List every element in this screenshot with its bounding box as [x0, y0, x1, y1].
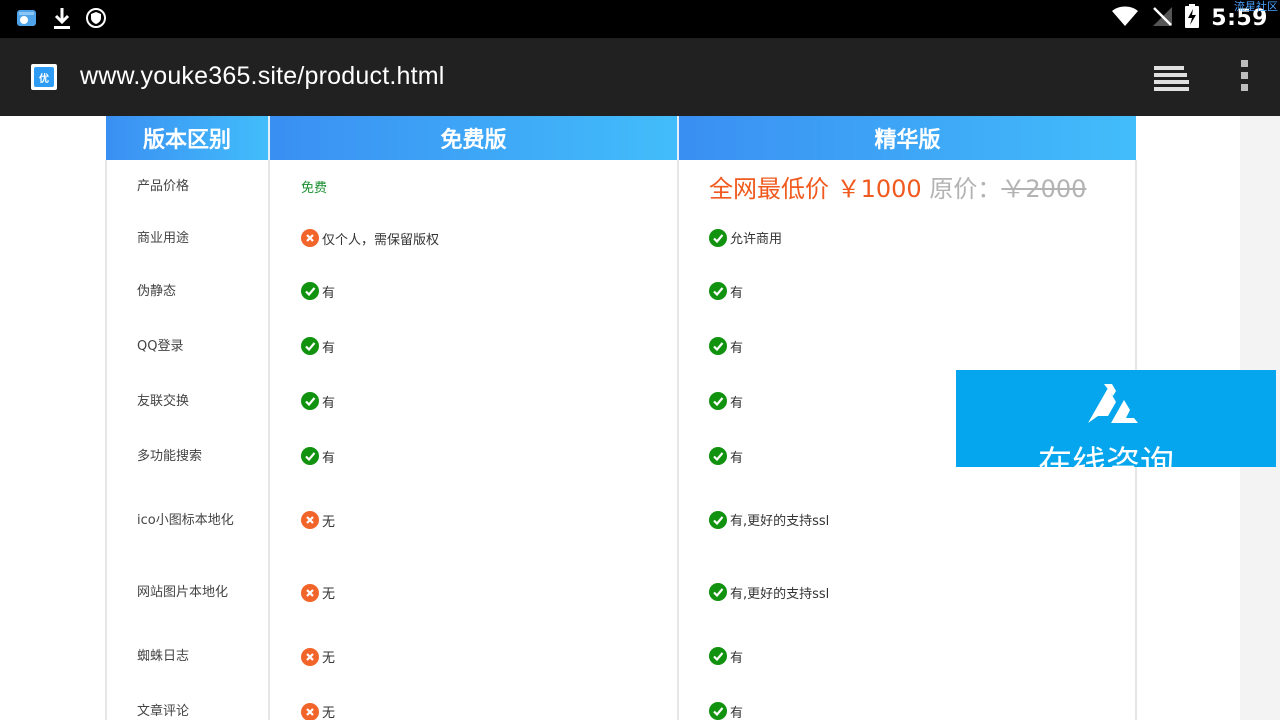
download-icon [52, 6, 72, 34]
free-value: 有 [322, 450, 336, 466]
online-consult-button[interactable]: 在线咨询 [956, 370, 1276, 467]
status-bar: 5:59 流星社区 [0, 0, 1280, 38]
free-price: 免费 [301, 180, 328, 196]
premium-cell: 有 [677, 684, 1137, 720]
table-row: ico小图标本地化 无 有,更好的支持ssl [105, 484, 1137, 556]
cross-circle-icon [301, 702, 319, 720]
check-circle-icon [301, 337, 319, 356]
check-circle-icon [709, 447, 727, 466]
row-label: 文章评论 [105, 684, 270, 720]
premium-cell: 有 [677, 264, 1137, 319]
free-cell: 仅个人，需保留版权 [268, 212, 679, 264]
premium-cell: 有,更好的支持ssl [677, 556, 1137, 629]
table-row: QQ登录 有 有 [105, 319, 1137, 374]
premium-value: 有,更好的支持ssl [730, 586, 830, 602]
premium-current-price: 全网最低价 ￥1000 [709, 174, 922, 203]
free-cell: 有 [268, 429, 679, 484]
table-row: 伪静态 有 有 [105, 264, 1137, 319]
premium-value: 有 [730, 450, 744, 466]
free-cell: 有 [268, 264, 679, 319]
shield-icon [86, 7, 106, 33]
check-circle-icon [301, 447, 319, 466]
original-price-label: 原价： [929, 174, 1002, 203]
check-circle-icon [301, 392, 319, 411]
check-circle-icon [709, 647, 727, 666]
table-row-price: 产品价格 免费 全网最低价 ￥1000 原价：￥2000 [105, 160, 1137, 212]
premium-price-cell: 全网最低价 ￥1000 原价：￥2000 [677, 160, 1137, 212]
row-label: 多功能搜索 [105, 429, 270, 484]
free-value: 有 [322, 395, 336, 411]
row-label: 蜘蛛日志 [105, 629, 270, 684]
original-price: ￥2000 [1001, 174, 1087, 203]
cross-circle-icon [301, 229, 319, 247]
free-value: 有 [322, 285, 336, 301]
free-price-cell: 免费 [268, 160, 679, 212]
header-free-edition: 免费版 [269, 116, 679, 160]
url-bar[interactable]: www.youke365.site/product.html [80, 62, 445, 91]
check-circle-icon [709, 337, 727, 356]
row-label: 产品价格 [105, 160, 270, 212]
premium-cell: 有 [677, 319, 1137, 374]
premium-cell: 有,更好的支持ssl [677, 484, 1137, 556]
corner-watermark: 流星社区 [1234, 0, 1278, 13]
premium-value: 有 [730, 340, 744, 356]
check-circle-icon [709, 583, 727, 602]
web-page: 版本区别 免费版 精华版 产品价格 免费 全网最低价 ￥1000 原价：￥200… [0, 116, 1280, 720]
browser-toolbar: 优 www.youke365.site/product.html [0, 38, 1280, 116]
row-label: 伪静态 [105, 264, 270, 319]
cross-circle-icon [301, 583, 319, 602]
header-version-diff: 版本区别 [106, 116, 270, 160]
favicon-mark: 优 [34, 67, 54, 87]
check-circle-icon [301, 282, 319, 301]
row-label: 友联交换 [105, 374, 270, 429]
table-header-row: 版本区别 免费版 精华版 [106, 116, 1136, 160]
free-cell: 有 [268, 374, 679, 429]
free-cell: 无 [268, 556, 679, 629]
premium-cell: 允许商用 [677, 212, 1137, 264]
table-row: 商业用途 仅个人，需保留版权 允许商用 [105, 212, 1137, 264]
free-cell: 无 [268, 684, 679, 720]
wifi-icon [1111, 5, 1139, 31]
row-label: 网站图片本地化 [105, 556, 270, 629]
row-label: ico小图标本地化 [105, 484, 270, 556]
free-value: 无 [322, 514, 336, 530]
free-cell: 无 [268, 629, 679, 684]
free-value: 无 [322, 651, 336, 666]
free-cell: 无 [268, 484, 679, 556]
check-circle-icon [709, 392, 727, 411]
overflow-menu-icon[interactable] [1236, 60, 1252, 96]
premium-value: 有,更好的支持ssl [730, 514, 830, 530]
table-row: 网站图片本地化 无 有,更好的支持ssl [105, 556, 1137, 629]
consult-label: 在线咨询 [1038, 444, 1174, 467]
table-row: 蜘蛛日志 无 有 [105, 629, 1137, 684]
consult-logo-icon [1086, 376, 1148, 430]
free-value: 仅个人，需保留版权 [322, 232, 440, 248]
table-row: 文章评论无 有 [105, 684, 1137, 720]
check-circle-icon [709, 510, 727, 529]
cross-circle-icon [301, 511, 319, 529]
premium-value: 允许商用 [730, 232, 783, 248]
tabs-icon[interactable] [1152, 64, 1190, 96]
row-label: 商业用途 [105, 212, 270, 264]
premium-cell: 有 [677, 629, 1137, 684]
premium-value: 有 [730, 395, 744, 411]
cross-circle-icon [301, 647, 319, 666]
check-circle-icon [709, 282, 727, 301]
battery-charging-icon [1185, 4, 1200, 32]
premium-price: 全网最低价 ￥1000 原价：￥2000 [709, 175, 1086, 203]
header-premium-edition: 精华版 [678, 116, 1136, 160]
premium-value: 有 [730, 650, 744, 666]
check-circle-icon [709, 228, 727, 247]
no-signal-icon [1151, 5, 1173, 31]
free-value: 有 [322, 340, 336, 356]
premium-value: 有 [730, 285, 744, 301]
row-label: QQ登录 [105, 319, 270, 374]
premium-value: 有 [730, 705, 744, 720]
free-cell: 有 [268, 319, 679, 374]
free-value: 无 [322, 706, 336, 720]
check-circle-icon [709, 702, 727, 720]
site-favicon: 优 [31, 64, 57, 90]
free-value: 无 [322, 587, 336, 602]
gallery-app-icon [16, 8, 38, 32]
